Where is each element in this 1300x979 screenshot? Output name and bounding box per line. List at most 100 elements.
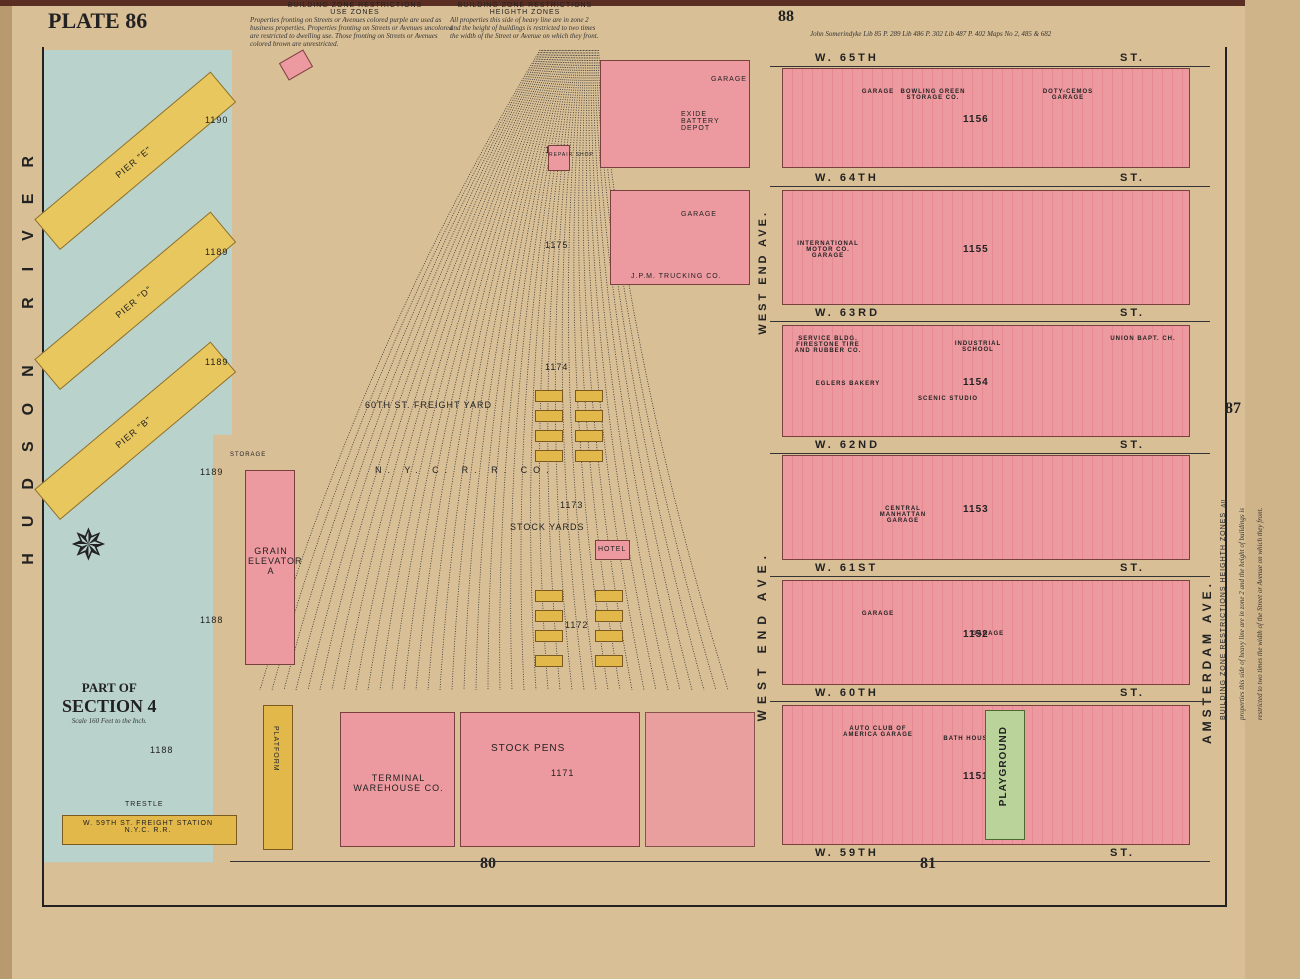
lot-number: 1154 [963,377,989,388]
building-label: GARAGE [861,611,895,617]
lot-number: 1153 [963,503,989,515]
use-zones-sub: USE ZONES [330,9,380,16]
building-label: STORAGE [230,452,267,458]
adjacent-plate-right: 87 [1225,400,1241,417]
rail-track [307,49,547,691]
stock-pen [595,610,623,622]
building-label: SCENIC STUDIO [917,396,978,402]
adjacent-plate-top: 88 [778,8,794,25]
avenue-label: AMSTERDAM AVE. [1200,580,1214,744]
building-label: GARAGE [711,76,747,83]
street-line [770,66,1210,67]
street-line [770,186,1210,187]
rail-track [259,49,541,691]
building-label: INTERNATIONAL MOTOR CO. GARAGE [797,241,859,259]
building-label: EXIDE BATTERY DEPOT [681,111,720,132]
street-label: W. 63RD [815,307,881,319]
stock-pen [575,410,603,422]
pier-label: PIER "E" [113,144,154,181]
city-block: 1153 CENTRAL MANHATTAN GARAGE [782,455,1190,560]
river-label: HUDSON RIVER [20,130,37,565]
stock-pen [535,590,563,602]
stock-pen [535,430,563,442]
street-line [770,321,1210,322]
freight-station: W. 59TH ST. FREIGHT STATION N.Y.C. R.R. [62,815,237,845]
yard-label: STOCK YARDS [510,522,585,532]
city-block: 1155 INTERNATIONAL MOTOR CO. GARAGE [782,190,1190,305]
avenue-label: WEST END AVE. [755,550,769,722]
lot-number: 1155 [963,243,989,255]
lot-number: 1156 [963,114,989,125]
block-59-west [645,712,755,847]
plate-number: PLATE 86 [48,8,148,33]
lot-number: 1171 [551,768,575,778]
street-label: W. 61ST [815,562,879,574]
use-zones-heading: BUILDING ZONE RESTRICTIONS [287,2,423,9]
city-block: 1156 GARAGE BOWLING GREEN STORAGE CO. DOTY-… [782,68,1190,168]
building-label: INDUSTRIAL SCHOOL [954,341,1002,353]
stock-pen [575,450,603,462]
stock-pen [595,630,623,642]
street-label: ST. [1120,307,1145,319]
street-label: W. 60TH [815,687,879,699]
lot-number: 1174 [545,362,569,372]
right-zone-note: BUILDING ZONE RESTRICTIONS HEIGHTH ZONES… [1215,480,1264,720]
street-line [770,576,1210,577]
building-label: STOCK PENS [491,743,566,754]
section-label: PART OF SECTION 4 Scale 160 Feet to the … [62,680,157,725]
building-label: BOWLING GREEN STORAGE CO. [900,89,966,101]
section-scale: Scale 160 Feet to the Inch. [71,717,147,725]
height-zones-heading: BUILDING ZONE RESTRICTIONS [457,2,593,9]
stock-pen [575,430,603,442]
lot-number: 1173 [560,500,584,510]
use-zones-text: Properties fronting on Streets or Avenue… [250,16,453,48]
pier-label: PIER "B" [113,414,154,451]
building-label: TERMINAL WAREHOUSE CO. [353,773,444,793]
deed-note: John Somerindyke Lib 85 P. 289 Lib 486 P… [810,30,1052,38]
block-64-65-west: EXIDE BATTERY DEPOT GARAGE [600,60,750,168]
building-label: GRAIN ELEVATOR A [248,546,303,576]
building-label: PLAYGROUND [998,726,1009,807]
building-label: J.P.M. TRUCKING CO. [631,273,722,280]
hotel: HOTEL [595,540,630,560]
building-label: GARAGE [681,211,717,218]
rail-track [355,49,553,691]
lot-number: 1189 [205,247,229,257]
rail-track [567,49,597,691]
stock-pen [535,630,563,642]
building-label: SERVICE BLDG. FIRESTONE TIRE AND RUBBER … [794,336,862,354]
stock-pen [535,410,563,422]
stock-pen [535,655,563,667]
yard-label: 60TH ST. FREIGHT YARD [365,400,493,410]
street-label: W. 64TH [815,172,879,184]
section-part: PART OF [81,680,137,695]
lot-number: 1175 [545,240,569,250]
building-label: UNION BAPT. CH. [1110,336,1176,342]
street-label: W. 59TH [815,847,879,859]
rail-track [271,49,542,691]
street-label: ST. [1120,439,1145,451]
stock-pen [595,590,623,602]
building-label: HOTEL [598,546,627,553]
building-label: GARAGE [971,631,1005,637]
street-label: ST. [1120,687,1145,699]
street-label: W. 65TH [815,52,879,64]
pier-label: PIER "D" [113,283,155,321]
building-label: AUTO CLUB OF AMERICA GARAGE [843,726,913,738]
stock-pen [575,390,603,402]
map-page: PLATE 86 88 87 80 81 BUILDING ZONE RESTR… [0,0,1300,979]
rail-track [367,49,554,691]
building-label: PLATFORM [272,726,279,772]
stock-pens: STOCK PENS 1171 [460,712,640,847]
city-block: 1154 SERVICE BLDG. FIRESTONE TIRE AND RUB… [782,325,1190,437]
street-label: ST. [1120,562,1145,574]
lot-number: 1189 [200,467,224,477]
adjacent-plate-bottom-left: 80 [480,855,496,872]
compass-rose-icon: ✵ [70,521,107,570]
stock-pen [595,655,623,667]
street-line [230,861,1210,862]
lot-number: 1188 [200,615,224,625]
rail-track [319,49,548,691]
building-label: CENTRAL MANHATTAN GARAGE [879,506,927,524]
building-label: W. 59TH ST. FREIGHT STATION N.Y.C. R.R. [82,820,214,834]
